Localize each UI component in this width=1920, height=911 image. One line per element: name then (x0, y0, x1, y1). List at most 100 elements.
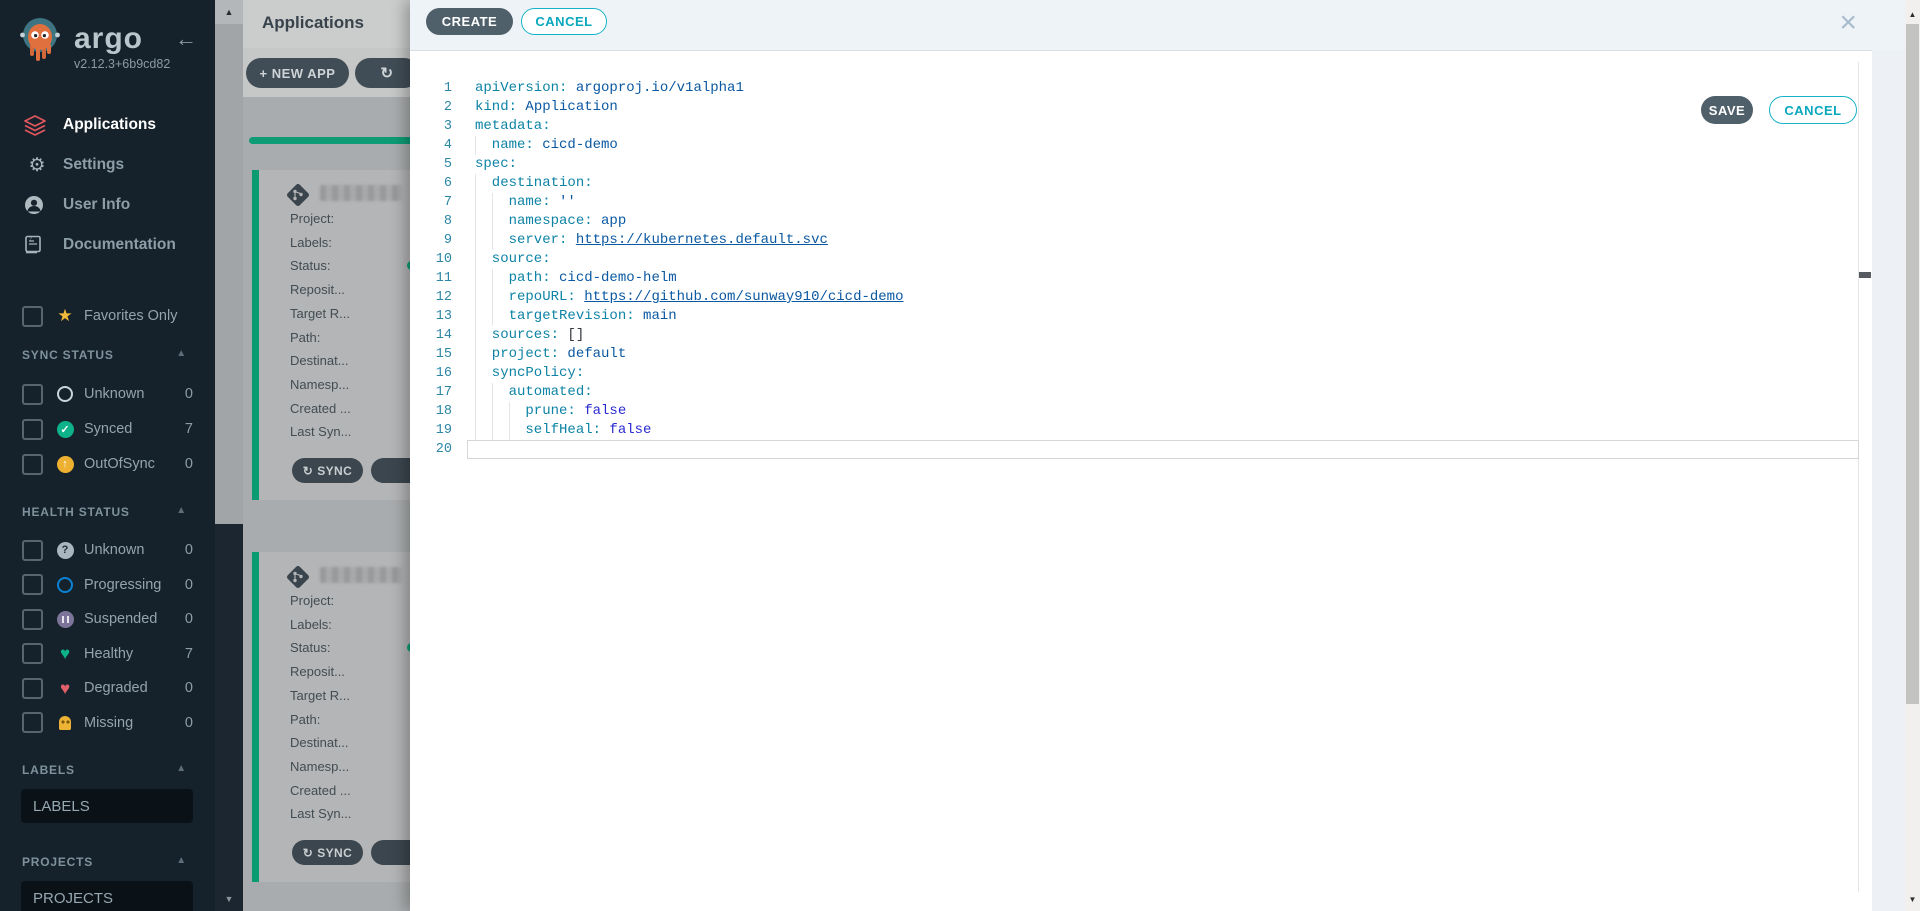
tile-secondary-button[interactable] (371, 840, 410, 865)
filter-checkbox[interactable] (22, 643, 43, 664)
unknown-sync-icon (57, 386, 73, 402)
applications-list-scrollbar[interactable]: ▲ ▼ (215, 0, 243, 911)
filter-checkbox[interactable] (22, 678, 43, 699)
line-code: name: '' (475, 193, 576, 212)
editor-cancel-button[interactable]: CANCEL (1769, 96, 1857, 124)
tile-field-label: Last Syn... (290, 806, 351, 821)
favorites-label: Favorites Only (84, 308, 177, 324)
synced-icon: ✓ (57, 421, 74, 438)
sidebar-item-applications[interactable]: Applications (0, 105, 215, 145)
create-application-panel: CREATE CANCEL × 1apiVersion: argoproj.io… (410, 0, 1905, 911)
filter-missing[interactable]: Missing 0 (0, 710, 215, 736)
suspended-icon (57, 611, 74, 628)
filter-checkbox[interactable] (22, 384, 43, 405)
yaml-editor[interactable]: 1apiVersion: argoproj.io/v1alpha12kind: … (430, 79, 1858, 479)
scrollbar-thumb[interactable] (215, 24, 243, 524)
argo-logo (16, 14, 64, 64)
degraded-icon: ♥ (60, 680, 70, 697)
sidebar-item-documentation[interactable]: ? Documentation (0, 225, 215, 265)
unknown-health-icon: ? (57, 542, 74, 559)
sidebar-item-user-info[interactable]: User Info (0, 185, 215, 225)
tile-field-label: Status: (290, 258, 330, 273)
filter-healthy[interactable]: ♥ Healthy 7 (0, 641, 215, 667)
collapse-triangle-icon[interactable]: ▲ (176, 763, 187, 774)
filter-unknown[interactable]: ? Unknown 0 (0, 537, 215, 563)
refresh-button[interactable]: ↻ (355, 58, 410, 88)
filter-count: 0 (185, 715, 193, 731)
filter-checkbox[interactable] (22, 419, 43, 440)
line-number: 2 (430, 98, 452, 117)
scroll-up-icon[interactable]: ▲ (215, 0, 243, 24)
application-tile[interactable]: Project:Labels:Status:Reposit...Target R… (252, 552, 410, 882)
page-scrollbar[interactable]: ▲ ▼ (1905, 0, 1920, 911)
argocd-application-create-screen: argo v2.12.3+6b9cd82 ← Applications⚙ Set… (0, 0, 1920, 911)
filter-checkbox[interactable] (22, 574, 43, 595)
line-code: sources: [] (475, 326, 584, 345)
favorites-checkbox[interactable] (22, 306, 43, 327)
tile-field-label: Path: (290, 712, 320, 727)
tile-field-label: Created ... (290, 783, 351, 798)
sidebar-item-label: User Info (63, 196, 130, 214)
collapse-triangle-icon[interactable]: ▲ (176, 855, 187, 866)
filter-synced[interactable]: ✓ Synced 7 (0, 416, 215, 442)
tile-field-label: Last Syn... (290, 424, 351, 439)
new-app-button[interactable]: + NEW APP (246, 58, 349, 88)
sidebar-item-settings[interactable]: ⚙ Settings (0, 145, 215, 185)
filter-checkbox[interactable] (22, 454, 43, 475)
sidebar-item-label: Settings (63, 156, 124, 174)
filter-checkbox[interactable] (22, 540, 43, 561)
line-number: 15 (430, 345, 452, 364)
gear-icon: ⚙ (28, 155, 45, 176)
line-number: 16 (430, 364, 452, 383)
line-code: repoURL: https://github.com/sunway910/ci… (475, 288, 904, 307)
filter-checkbox[interactable] (22, 712, 43, 733)
line-code: automated: (475, 383, 593, 402)
tile-secondary-button[interactable] (371, 458, 410, 483)
line-number: 20 (430, 440, 452, 459)
filter-degraded[interactable]: ♥ Degraded 0 (0, 675, 215, 701)
filter-suspended[interactable]: Suspended 0 (0, 606, 215, 632)
create-button[interactable]: CREATE (426, 8, 513, 35)
filter-checkbox[interactable] (22, 609, 43, 630)
labels-filter-input[interactable] (21, 789, 193, 823)
missing-icon (59, 716, 71, 730)
filter-outofsync[interactable]: ↑ OutOfSync 0 (0, 451, 215, 477)
applications-list-panel: Applications + NEW APP ↻ Project:Labels:… (243, 0, 410, 911)
line-number: 12 (430, 288, 452, 307)
line-number: 13 (430, 307, 452, 326)
loading-progress-bar (249, 137, 410, 144)
healthy-icon: ♥ (60, 645, 70, 662)
collapse-triangle-icon[interactable]: ▲ (176, 505, 187, 516)
scroll-down-icon[interactable]: ▼ (1905, 895, 1920, 904)
line-number: 5 (430, 155, 452, 174)
projects-section-header: PROJECTS ▲ (22, 855, 195, 869)
filter-progressing[interactable]: Progressing 0 (0, 572, 215, 598)
health-status-section-header: HEALTH STATUS ▲ (22, 505, 195, 519)
tile-field-label: Path: (290, 330, 320, 345)
projects-filter-input[interactable] (21, 881, 193, 911)
sync-button[interactable]: ↻ SYNC (292, 840, 363, 865)
close-icon[interactable]: × (1839, 6, 1857, 40)
tile-field-label: Status: (290, 640, 330, 655)
scrollbar-thumb[interactable] (1906, 24, 1919, 704)
sync-button[interactable]: ↻ SYNC (292, 458, 363, 483)
cancel-button[interactable]: CANCEL (521, 8, 607, 35)
scroll-up-icon[interactable]: ▲ (1905, 10, 1920, 19)
collapse-triangle-icon[interactable]: ▲ (176, 348, 187, 359)
filter-count: 0 (185, 542, 193, 558)
filter-count: 0 (185, 386, 193, 402)
sidebar-collapse-icon[interactable]: ← (175, 26, 197, 52)
tile-field-label: Target R... (290, 306, 350, 321)
application-tile[interactable]: Project:Labels:Status:Reposit...Target R… (252, 170, 410, 500)
filter-unknown[interactable]: Unknown 0 (0, 381, 215, 407)
filter-label: Unknown (84, 386, 144, 402)
line-code: metadata: (475, 117, 551, 136)
tile-field-label: Namesp... (290, 759, 349, 774)
line-code: path: cicd-demo-helm (475, 269, 677, 288)
brand-wordmark: argo (74, 24, 170, 54)
tile-field-label: Destinat... (290, 353, 349, 368)
save-button[interactable]: SAVE (1701, 96, 1753, 124)
sync-status-section-header: SYNC STATUS ▲ (22, 348, 195, 362)
scroll-down-icon[interactable]: ▼ (215, 887, 243, 911)
favorites-only-filter[interactable]: ★ Favorites Only (0, 303, 215, 329)
